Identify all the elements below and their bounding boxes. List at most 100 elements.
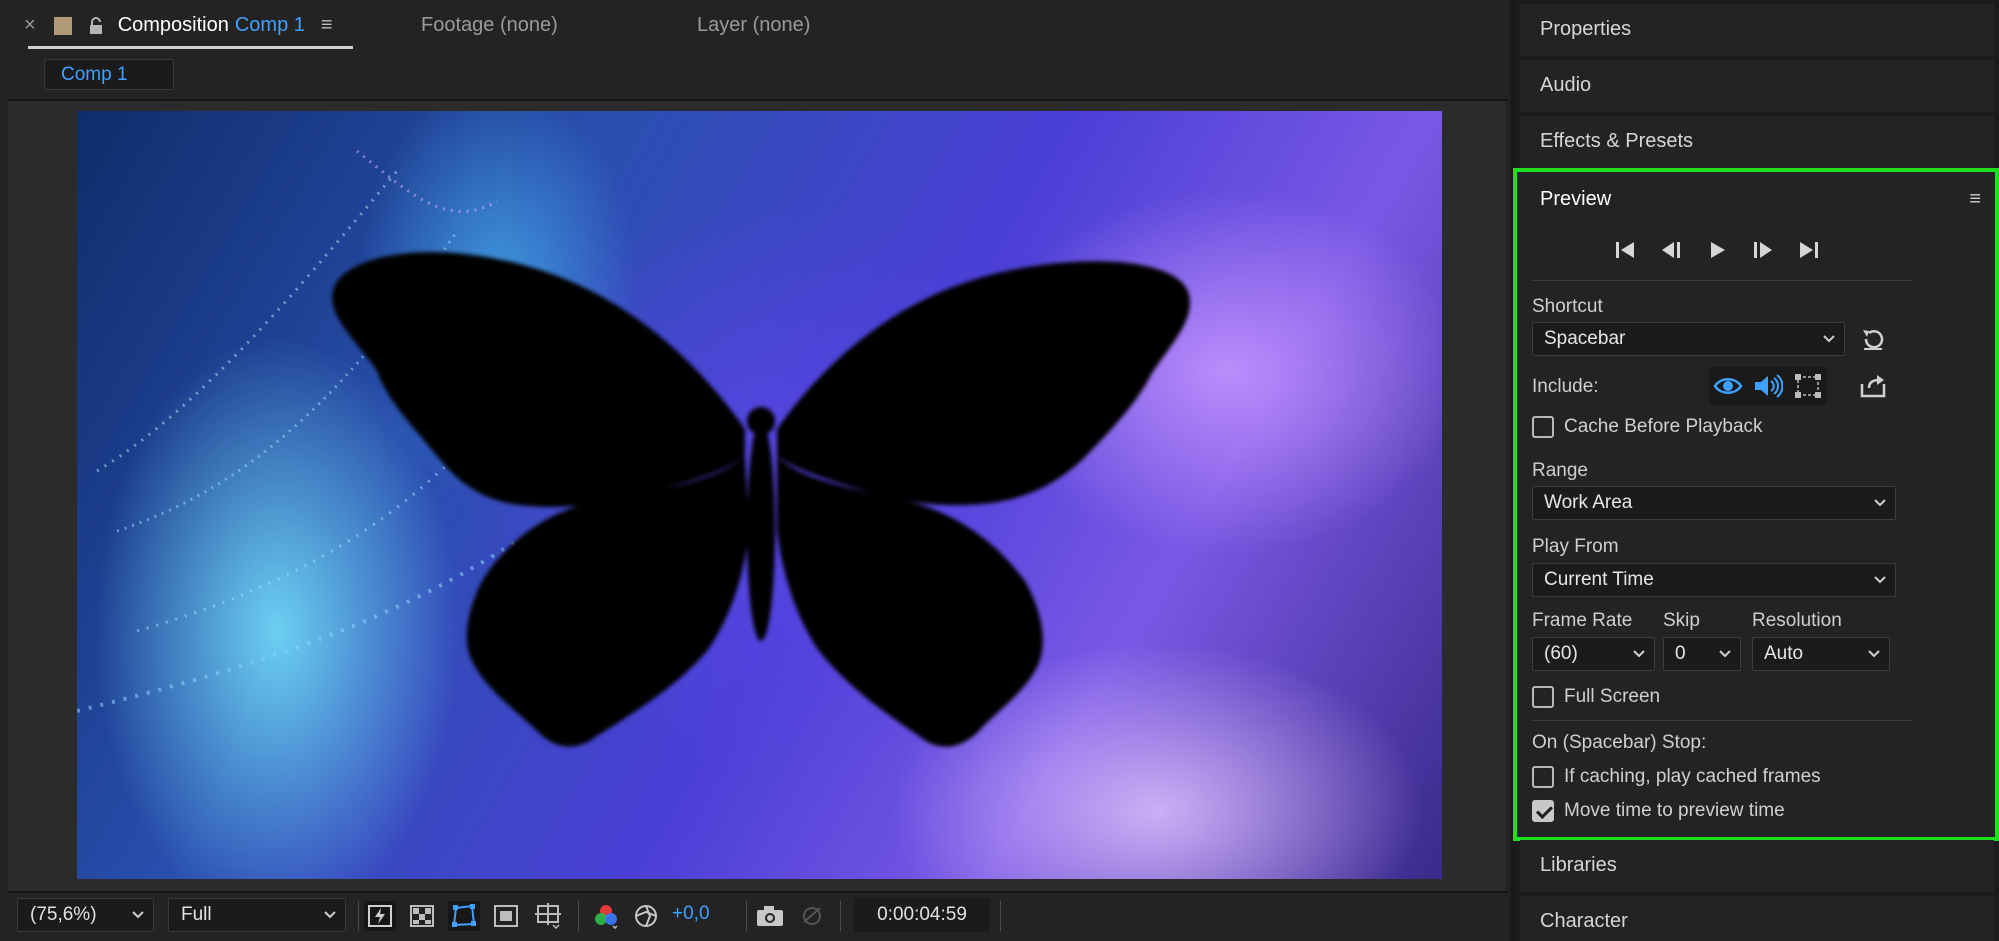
cache-before-playback-checkbox[interactable] [1532, 416, 1554, 438]
include-label: Include: [1532, 376, 1599, 397]
audio-panel-header[interactable]: Audio [1520, 60, 1994, 112]
chevron-down-icon [323, 899, 337, 941]
transport-controls [1607, 234, 1907, 266]
chevron-down-icon [1873, 564, 1887, 607]
toolbar-separator [358, 901, 359, 931]
transparency-grid-icon[interactable] [406, 901, 438, 931]
reset-shortcut-icon[interactable] [1857, 324, 1889, 354]
fast-previews-icon[interactable] [364, 901, 396, 931]
divider [1532, 720, 1912, 721]
reset-exposure-icon[interactable] [630, 901, 662, 931]
range-select[interactable]: Work Area [1532, 486, 1896, 520]
panel-menu-icon[interactable]: ≡ [1969, 188, 1981, 211]
full-screen-row[interactable]: Full Screen [1532, 686, 1660, 708]
toolbar-separator [578, 901, 579, 931]
skip-label: Skip [1663, 610, 1700, 631]
play-from-value: Current Time [1544, 569, 1654, 590]
previous-frame-icon[interactable] [1653, 234, 1689, 266]
properties-panel-header[interactable]: Properties [1520, 4, 1994, 56]
preview-panel-title: Preview [1540, 188, 1612, 210]
if-caching-label: If caching, play cached frames [1564, 766, 1821, 787]
move-time-label: Move time to preview time [1564, 800, 1785, 821]
current-time-display[interactable]: 0:00:04:59 [854, 898, 990, 932]
show-snapshot-icon[interactable] [796, 901, 828, 931]
butterfly-silhouette [77, 149, 1190, 747]
libraries-panel-title: Libraries [1540, 854, 1617, 876]
chevron-down-icon [1867, 638, 1881, 681]
viewer-toolbar: (75,6%) Full +0,0 0:00:04:59 [8, 897, 1506, 937]
move-time-row[interactable]: Move time to preview time [1532, 800, 1785, 822]
lock-icon[interactable] [88, 16, 104, 35]
grid-guides-icon[interactable] [532, 901, 564, 931]
resolution-select[interactable]: Auto [1752, 637, 1890, 671]
on-stop-label: On (Spacebar) Stop: [1532, 732, 1707, 753]
magnification-select[interactable]: (75,6%) [17, 898, 154, 932]
chevron-down-icon [131, 899, 145, 941]
exposure-value[interactable]: +0,0 [672, 903, 710, 925]
chevron-down-icon [1632, 638, 1646, 681]
toolbar-separator [746, 901, 747, 931]
include-overlays-icon[interactable] [1789, 370, 1827, 402]
first-frame-icon[interactable] [1607, 234, 1643, 266]
skip-select[interactable]: 0 [1663, 637, 1741, 671]
properties-panel-title: Properties [1540, 18, 1632, 40]
effects-presets-panel-header[interactable]: Effects & Presets [1520, 116, 1994, 168]
effects-presets-panel-title: Effects & Presets [1540, 130, 1694, 152]
shortcut-select[interactable]: Spacebar [1532, 322, 1845, 356]
comp-navigator-chip[interactable]: Comp 1 [44, 59, 174, 90]
preview-resolution-value: Auto [1764, 643, 1804, 664]
resolution-value: Full [181, 904, 212, 925]
include-audio-speaker-icon[interactable] [1749, 370, 1787, 402]
toolbar-separator [840, 901, 841, 931]
composition-canvas[interactable] [77, 111, 1442, 879]
character-panel-title: Character [1540, 910, 1628, 932]
frame-rate-value: (60) [1544, 643, 1578, 664]
magnification-value: (75,6%) [30, 904, 97, 925]
tab-composition-name: Comp 1 [234, 14, 305, 36]
full-screen-label: Full Screen [1564, 686, 1661, 707]
play-from-label: Play From [1532, 536, 1619, 557]
active-tab-underline [28, 46, 353, 49]
tab-composition-label: Composition [117, 14, 229, 36]
libraries-panel-header[interactable]: Libraries [1520, 840, 1994, 892]
character-panel-header[interactable]: Character [1520, 896, 1994, 941]
chevron-down-icon [1873, 487, 1887, 530]
last-frame-icon[interactable] [1791, 234, 1827, 266]
full-screen-checkbox[interactable] [1532, 686, 1554, 708]
tab-composition[interactable]: × Composition Comp 1 ≡ [24, 14, 333, 37]
frame-rate-label: Frame Rate [1532, 610, 1633, 631]
divider [8, 891, 1508, 893]
close-icon[interactable]: × [24, 14, 36, 37]
mask-visibility-icon[interactable] [448, 901, 480, 931]
skip-value: 0 [1675, 643, 1686, 664]
shortcut-label: Shortcut [1532, 296, 1603, 317]
if-caching-checkbox[interactable] [1532, 766, 1554, 788]
range-label: Range [1532, 460, 1588, 481]
frame-rate-select[interactable]: (60) [1532, 637, 1655, 671]
range-value: Work Area [1544, 492, 1633, 513]
cache-before-playback-label: Cache Before Playback [1564, 416, 1763, 437]
include-video-eye-icon[interactable] [1709, 370, 1747, 402]
if-caching-row[interactable]: If caching, play cached frames [1532, 766, 1821, 788]
hamburger-menu-icon[interactable]: ≡ [321, 14, 333, 37]
label-color-swatch[interactable] [53, 16, 72, 35]
region-of-interest-icon[interactable] [490, 901, 522, 931]
next-frame-icon[interactable] [1745, 234, 1781, 266]
play-from-select[interactable]: Current Time [1532, 563, 1896, 597]
shortcut-value: Spacebar [1544, 328, 1626, 349]
tab-layer[interactable]: Layer (none) [697, 14, 810, 37]
panel-tab-bar: × Composition Comp 1 ≡ Footage (none) La… [0, 0, 1510, 56]
snapshot-camera-icon[interactable] [754, 901, 786, 931]
chevron-down-icon [1718, 638, 1732, 681]
cache-before-playback-row[interactable]: Cache Before Playback [1532, 416, 1763, 438]
preview-panel: Preview ≡ Shortcut Spacebar Include: Cac… [1513, 168, 1999, 841]
divider [1532, 280, 1912, 281]
color-channels-icon[interactable] [590, 901, 622, 931]
composition-viewer[interactable] [8, 101, 1506, 891]
resolution-label: Resolution [1752, 610, 1842, 631]
tab-footage[interactable]: Footage (none) [421, 14, 558, 37]
resolution-select[interactable]: Full [168, 898, 346, 932]
move-time-checkbox[interactable] [1532, 800, 1554, 822]
export-preview-icon[interactable] [1857, 370, 1889, 402]
play-icon[interactable] [1699, 234, 1735, 266]
